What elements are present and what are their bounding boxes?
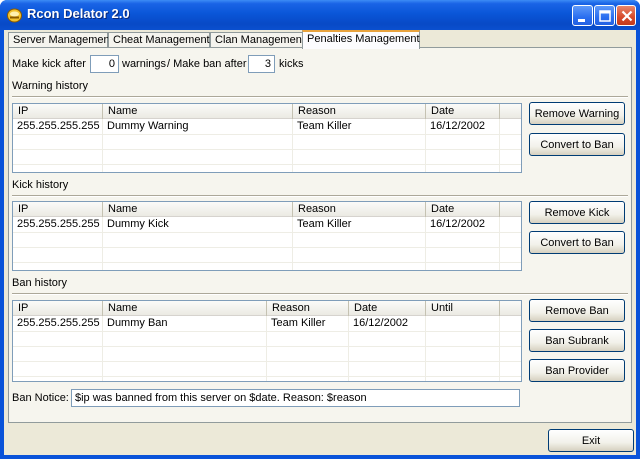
warnings-count-input[interactable]: 0 [90, 55, 119, 73]
close-icon [621, 10, 633, 22]
ban-history-title: Ban history [12, 277, 68, 289]
window-title: Rcon Delator 2.0 [27, 6, 130, 21]
cell-reason: Team Killer [297, 218, 352, 230]
window-client-area: Server Management Cheat Management Clan … [4, 30, 636, 455]
cell-date: 16/12/2002 [430, 120, 486, 132]
ban-subrank-button[interactable]: Ban Subrank [529, 329, 625, 352]
ban-history-list[interactable]: IP Name Reason Date Until 255.255.255.25… [12, 300, 522, 382]
column-header-reason[interactable]: Reason [267, 301, 349, 316]
app-window: Rcon Delator 2.0 Server Management Cheat… [0, 0, 640, 459]
remove-ban-button[interactable]: Remove Ban [529, 299, 625, 322]
warning-history-list[interactable]: IP Name Reason Date 255.255.255.255 Dumm… [12, 103, 522, 173]
kick-after-label: Make kick after [12, 58, 86, 70]
cell-ip: 255.255.255.255 [17, 120, 100, 132]
column-header-name[interactable]: Name [103, 202, 293, 217]
remove-kick-button[interactable]: Remove Kick [529, 201, 625, 224]
column-header-date[interactable]: Date [426, 104, 500, 119]
maximize-icon [599, 10, 611, 22]
ban-notice-label: Ban Notice: [12, 392, 69, 404]
ban-history-header: IP Name Reason Date Until [13, 301, 521, 316]
kicks-count-input[interactable]: 3 [248, 55, 275, 73]
tab-clan-management[interactable]: Clan Management [210, 32, 305, 48]
column-header-ip[interactable]: IP [13, 202, 103, 217]
ban-after-label: / Make ban after [167, 58, 247, 70]
cell-date: 16/12/2002 [353, 317, 409, 329]
tab-cheat-management[interactable]: Cheat Management [108, 32, 210, 48]
column-header-date[interactable]: Date [349, 301, 426, 316]
cell-until [426, 316, 430, 331]
warning-history-separator [12, 96, 628, 98]
warnings-label: warnings [122, 58, 167, 70]
warning-history-title: Warning history [12, 80, 89, 92]
tab-server-management[interactable]: Server Management [8, 32, 113, 48]
app-icon [7, 8, 22, 23]
cell-reason: Team Killer [271, 317, 326, 329]
cell-ip: 255.255.255.255 [17, 218, 100, 230]
cell-name: Dummy Ban [107, 317, 168, 329]
cell-name: Dummy Warning [107, 120, 189, 132]
column-header-ip[interactable]: IP [13, 301, 103, 316]
cell-reason: Team Killer [297, 120, 352, 132]
ban-provider-button[interactable]: Ban Provider [529, 359, 625, 382]
cell-name: Dummy Kick [107, 218, 169, 230]
kicks-label: kicks [279, 58, 304, 70]
maximize-button[interactable] [594, 5, 615, 26]
convert-warning-to-ban-button[interactable]: Convert to Ban [529, 133, 625, 156]
kick-history-header: IP Name Reason Date [13, 202, 521, 217]
exit-button[interactable]: Exit [548, 429, 634, 452]
tab-penalties-management[interactable]: Penalties Management [302, 30, 420, 49]
title-bar[interactable]: Rcon Delator 2.0 [0, 0, 640, 30]
convert-kick-to-ban-button[interactable]: Convert to Ban [529, 231, 625, 254]
column-header-name[interactable]: Name [103, 104, 293, 119]
column-header-reason[interactable]: Reason [293, 104, 426, 119]
cell-date: 16/12/2002 [430, 218, 486, 230]
penalties-panel: Make kick after 0 warnings / Make ban af… [8, 47, 632, 423]
ban-notice-input[interactable]: $ip was banned from this server on $date… [71, 389, 520, 407]
column-header-ip[interactable]: IP [13, 104, 103, 119]
remove-warning-button[interactable]: Remove Warning [529, 102, 625, 125]
column-header-date[interactable]: Date [426, 202, 500, 217]
column-header-reason[interactable]: Reason [293, 202, 426, 217]
minimize-button[interactable] [572, 5, 593, 26]
close-button[interactable] [616, 5, 636, 26]
minimize-icon [578, 19, 585, 22]
column-header-name[interactable]: Name [103, 301, 267, 316]
kick-history-separator [12, 195, 628, 197]
warning-history-header: IP Name Reason Date [13, 104, 521, 119]
cell-ip: 255.255.255.255 [17, 317, 100, 329]
kick-history-title: Kick history [12, 179, 69, 191]
column-header-until[interactable]: Until [426, 301, 500, 316]
kick-history-list[interactable]: IP Name Reason Date 255.255.255.255 Dumm… [12, 201, 522, 271]
ban-history-separator [12, 293, 628, 295]
